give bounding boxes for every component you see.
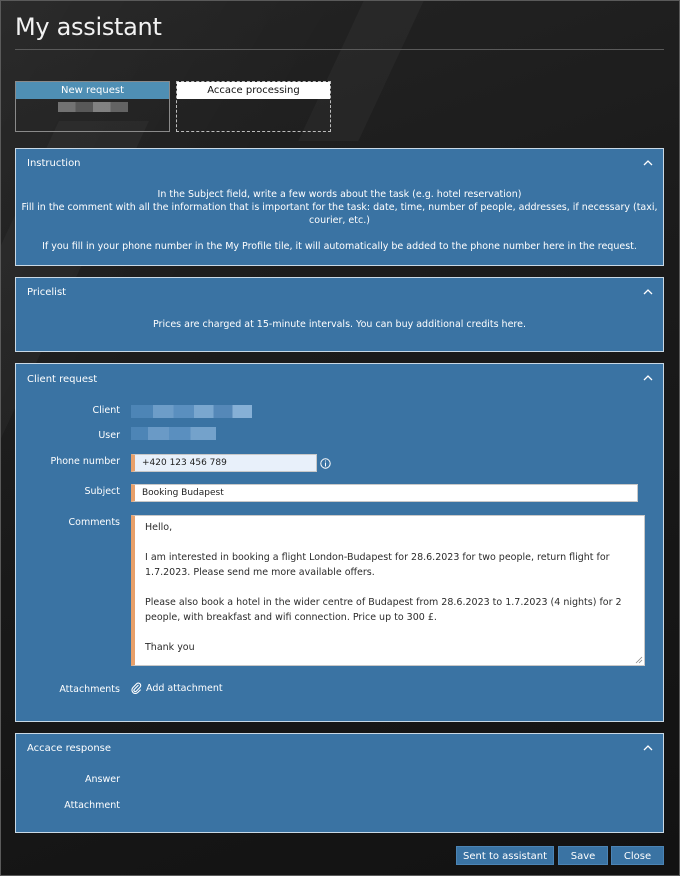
- comments-textarea[interactable]: Hello, I am interested in booking a flig…: [131, 515, 645, 666]
- instruction-heading: Instruction: [27, 158, 81, 169]
- instruction-body: In the Subject field, write a few words …: [16, 188, 663, 253]
- add-attachment-button[interactable]: Add attachment: [131, 682, 223, 694]
- client-request-header[interactable]: Client request: [16, 364, 663, 396]
- answer-label: Answer: [85, 774, 120, 785]
- paperclip-icon: [131, 682, 142, 694]
- close-button[interactable]: Close: [611, 846, 664, 865]
- chevron-up-icon[interactable]: [643, 159, 653, 167]
- chevron-up-icon[interactable]: [643, 374, 653, 382]
- attachments-label: Attachments: [59, 684, 120, 695]
- instruction-spacer: [16, 227, 663, 240]
- user-label: User: [98, 430, 120, 441]
- phone-number-label: Phone number: [50, 456, 120, 467]
- pricelist-heading: Pricelist: [27, 287, 67, 298]
- tile-new-request[interactable]: New request: [15, 81, 170, 132]
- assistant-window: My assistant New request Accace processi…: [0, 0, 680, 876]
- accace-response-panel: Accace response Answer Attachment: [15, 733, 664, 833]
- subject-label: Subject: [84, 486, 120, 497]
- page-title: My assistant: [15, 13, 162, 41]
- info-icon[interactable]: [320, 458, 331, 469]
- redacted-content: [58, 102, 128, 112]
- save-button[interactable]: Save: [558, 846, 608, 865]
- phone-number-input[interactable]: +420 123 456 789: [131, 454, 317, 472]
- resize-grip-icon[interactable]: [635, 656, 643, 664]
- client-request-heading: Client request: [27, 374, 98, 385]
- subject-input[interactable]: Booking Budapest: [131, 484, 638, 502]
- pricelist-header[interactable]: Pricelist: [16, 278, 663, 308]
- attachment-label: Attachment: [64, 800, 120, 811]
- chevron-up-icon[interactable]: [643, 744, 653, 752]
- user-value-redacted: [131, 427, 216, 440]
- chevron-up-icon[interactable]: [643, 288, 653, 296]
- client-value-redacted: [131, 405, 252, 418]
- tile-accace-processing-label: Accace processing: [177, 82, 330, 99]
- comments-label: Comments: [68, 517, 121, 528]
- instruction-line: Fill in the comment with all the informa…: [21, 202, 658, 226]
- instruction-panel: Instruction In the Subject field, write …: [15, 148, 664, 266]
- tile-accace-processing[interactable]: Accace processing: [176, 81, 331, 132]
- client-label: Client: [92, 405, 120, 416]
- title-divider: [15, 49, 664, 50]
- pricelist-panel: Pricelist Prices are charged at 15-minut…: [15, 277, 664, 352]
- add-attachment-label: Add attachment: [146, 682, 223, 694]
- accace-response-header[interactable]: Accace response: [16, 734, 663, 764]
- instruction-line: In the Subject field, write a few words …: [157, 189, 522, 200]
- instruction-header[interactable]: Instruction: [16, 149, 663, 179]
- tile-new-request-label: New request: [16, 82, 169, 99]
- instruction-line: If you fill in your phone number in the …: [42, 241, 637, 252]
- pricelist-text: Prices are charged at 15-minute interval…: [152, 319, 526, 330]
- send-to-assistant-button[interactable]: Sent to assistant: [456, 846, 554, 865]
- client-request-panel: Client request Client User Phone number …: [15, 363, 664, 722]
- accace-response-heading: Accace response: [27, 743, 112, 754]
